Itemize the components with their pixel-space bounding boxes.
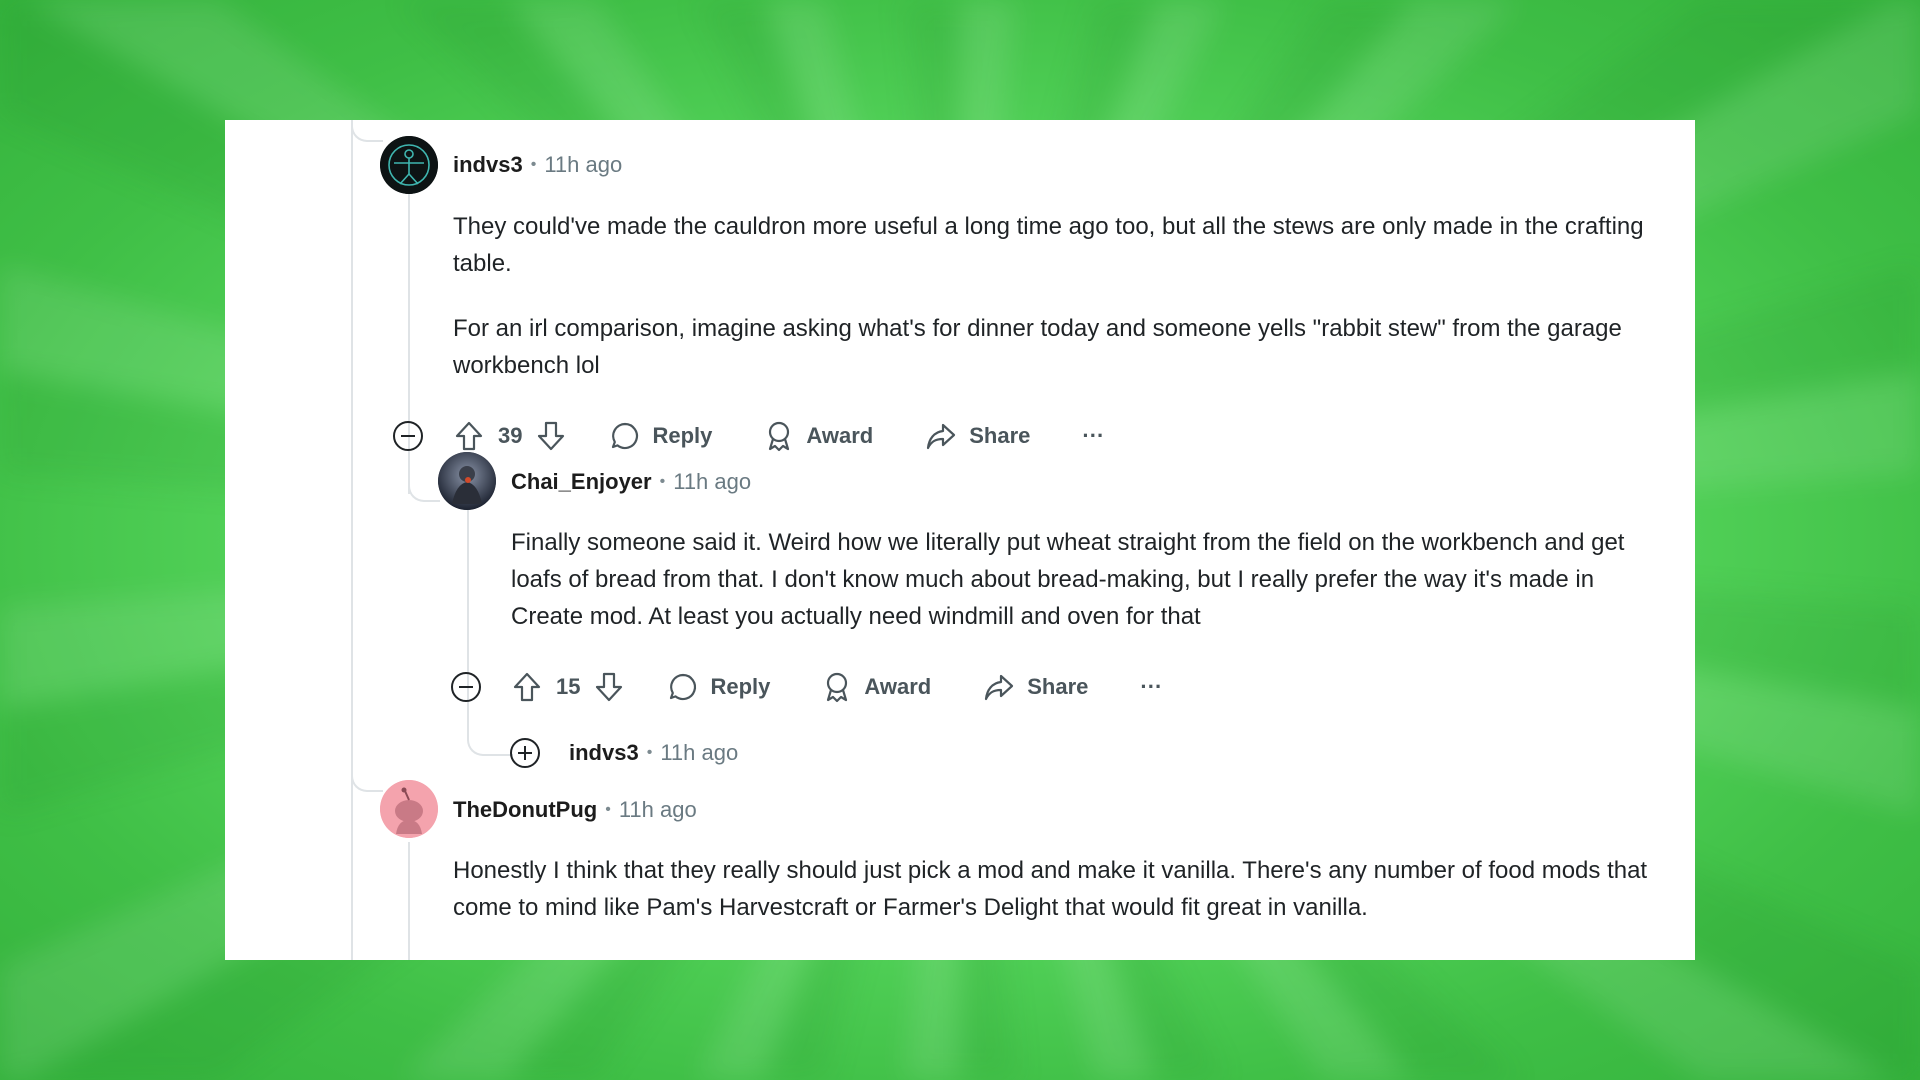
collapse-button[interactable] xyxy=(392,420,424,452)
reply-label: Reply xyxy=(710,674,771,699)
expand-button[interactable] xyxy=(509,737,541,769)
share-icon xyxy=(985,674,1014,701)
thread-connector-indvs3-reply xyxy=(467,720,513,756)
more-icon: ··· xyxy=(1140,674,1163,699)
comment-paragraph: Finally someone said it. Weird how we li… xyxy=(511,529,1625,630)
comment-meta: indvs3 • 11h ago xyxy=(569,740,738,766)
comment-paragraph: Honestly I think that they really should… xyxy=(453,857,1648,921)
vote-control: 39 xyxy=(454,420,566,452)
comment-meta: indvs3 • 11h ago xyxy=(453,152,622,178)
meta-separator: • xyxy=(605,801,611,818)
vote-count: 39 xyxy=(498,423,523,448)
award-button[interactable]: Award xyxy=(764,420,873,452)
avatar-indvs3[interactable] xyxy=(380,136,438,194)
meta-separator: • xyxy=(646,744,653,761)
timestamp[interactable]: 11h ago xyxy=(673,469,751,495)
expand-icon xyxy=(510,738,540,768)
comment-paragraph: They could've made the cauldron more use… xyxy=(453,213,1644,277)
meta-separator: • xyxy=(530,156,537,173)
reply-button[interactable]: Reply xyxy=(668,672,770,702)
comment-meta: Chai_Enjoyer • 11h ago xyxy=(511,469,751,495)
more-options-button[interactable]: ··· xyxy=(1082,423,1104,449)
avatar-chai-enjoyer[interactable] xyxy=(438,452,496,510)
username[interactable]: TheDonutPug xyxy=(453,797,597,823)
downvote-icon[interactable] xyxy=(594,671,624,703)
vote-control: 15 xyxy=(512,671,624,703)
avatar-thedonutpug[interactable] xyxy=(380,780,438,838)
downvote-icon[interactable] xyxy=(536,420,566,452)
more-icon: ··· xyxy=(1082,423,1105,448)
award-icon xyxy=(769,421,790,452)
thread-connector-donut xyxy=(351,760,383,792)
award-icon xyxy=(827,672,848,703)
upvote-icon[interactable] xyxy=(454,420,484,452)
comment-actions: 15 Reply Award Share ··· xyxy=(450,667,1214,707)
thread-line-root xyxy=(351,120,353,960)
collapsed-comment: indvs3 • 11h ago xyxy=(509,733,738,773)
thread-line-donut xyxy=(408,842,410,960)
share-label: Share xyxy=(1027,674,1089,699)
award-label: Award xyxy=(806,423,874,448)
thread-connector-chai xyxy=(408,480,440,502)
timestamp[interactable]: 11h ago xyxy=(544,152,622,178)
comment-icon xyxy=(612,422,639,450)
reply-button[interactable]: Reply xyxy=(610,421,712,451)
more-options-button[interactable]: ··· xyxy=(1140,674,1162,700)
upvote-icon[interactable] xyxy=(512,671,542,703)
award-button[interactable]: Award xyxy=(822,671,931,703)
meta-separator: • xyxy=(659,473,666,490)
timestamp[interactable]: 11h ago xyxy=(660,740,738,766)
comment-body: Honestly I think that they really should… xyxy=(453,852,1653,926)
vote-count: 15 xyxy=(556,674,581,699)
thread-connector-top xyxy=(351,120,383,142)
collapse-icon xyxy=(451,672,481,702)
username[interactable]: indvs3 xyxy=(453,152,523,178)
share-button[interactable]: Share xyxy=(983,672,1088,702)
timestamp[interactable]: 11h ago xyxy=(619,797,697,823)
comment-body: They could've made the cauldron more use… xyxy=(453,208,1653,384)
share-button[interactable]: Share xyxy=(925,421,1030,451)
reply-label: Reply xyxy=(652,423,713,448)
award-label: Award xyxy=(864,674,932,699)
username[interactable]: indvs3 xyxy=(569,740,639,766)
vitruvian-avatar-icon xyxy=(380,136,438,194)
character-avatar-icon xyxy=(438,452,496,510)
share-icon xyxy=(927,423,956,450)
comment-thread-card: indvs3 • 11h ago They could've made the … xyxy=(225,120,1695,960)
share-label: Share xyxy=(969,423,1031,448)
comment-meta: TheDonutPug • 11h ago xyxy=(453,797,697,823)
comment-paragraph: For an irl comparison, imagine asking wh… xyxy=(453,315,1622,379)
collapse-button[interactable] xyxy=(450,671,482,703)
collapse-icon xyxy=(393,421,423,451)
comment-actions: 39 Reply Award Share ··· xyxy=(392,416,1156,456)
comment-body: Finally someone said it. Weird how we li… xyxy=(511,524,1661,635)
comment-icon xyxy=(670,673,697,701)
snoo-avatar-icon xyxy=(380,780,438,838)
username[interactable]: Chai_Enjoyer xyxy=(511,469,652,495)
